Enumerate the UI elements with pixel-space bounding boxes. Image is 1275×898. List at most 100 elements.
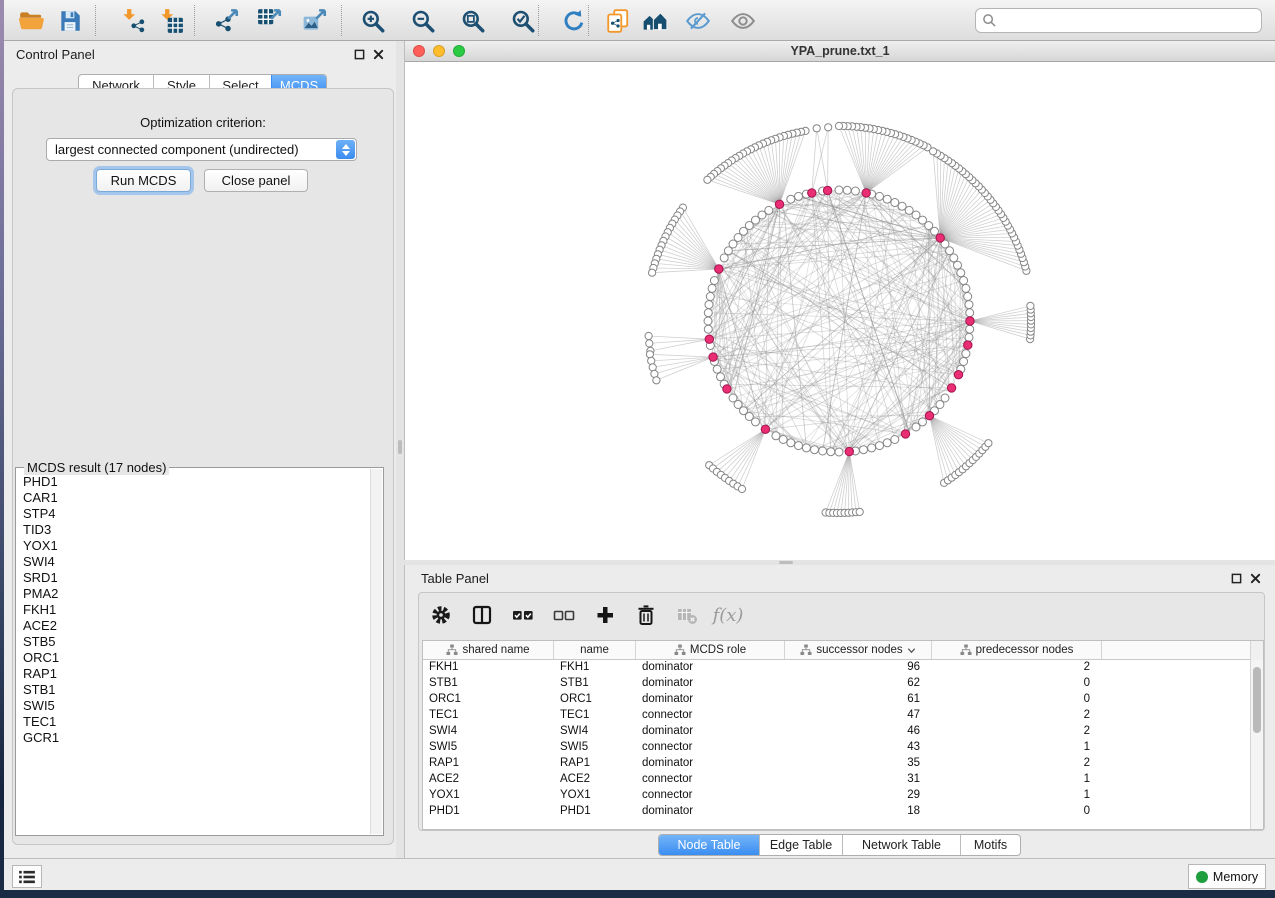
save-session-icon[interactable] (57, 8, 83, 34)
export-table-icon[interactable] (257, 8, 283, 34)
table-row[interactable]: STB1STB1dominator620 (423, 676, 1251, 692)
mcds-node-item[interactable]: SWI5 (23, 698, 370, 714)
mcds-node-item[interactable]: ACE2 (23, 618, 370, 634)
mcds-node-item[interactable]: TID3 (23, 522, 370, 538)
table-cell: dominator (636, 724, 785, 740)
float-panel-icon[interactable] (354, 49, 365, 60)
function-builder-icon: f(x) (716, 603, 740, 627)
table-panel-header: Table Panel (405, 567, 1275, 589)
table-row[interactable]: PHD1PHD1dominator180 (423, 804, 1251, 820)
mcds-node-item[interactable]: SWI4 (23, 554, 370, 570)
task-history-button[interactable] (12, 865, 42, 888)
scrollbar-thumb[interactable] (1253, 667, 1261, 733)
deselect-all-icon[interactable] (552, 603, 576, 627)
column-header-MCDS-role[interactable]: MCDS role (636, 641, 785, 659)
tab-node-table[interactable]: Node Table (659, 835, 759, 855)
open-file-icon[interactable] (18, 8, 44, 34)
column-header-shared-name[interactable]: shared name (423, 641, 554, 659)
mcds-node-item[interactable]: YOX1 (23, 538, 370, 554)
delete-icon[interactable] (634, 603, 658, 627)
select-all-icon[interactable] (511, 603, 535, 627)
network-window-titlebar[interactable]: YPA_prune.txt_1 (405, 41, 1275, 62)
table-cell: RAP1 (554, 756, 636, 772)
table-cell: SWI5 (423, 740, 554, 756)
first-neighbors-icon[interactable] (642, 8, 668, 34)
tab-motifs[interactable]: Motifs (960, 835, 1020, 855)
import-table-icon[interactable] (158, 8, 184, 34)
mcds-panel: Optimization criterion: largest connecte… (12, 88, 394, 845)
table-block: f(x) shared namenameMCDS rolesuccessor n… (418, 592, 1265, 831)
close-panel-icon[interactable] (1250, 573, 1261, 584)
new-network-from-selection-icon[interactable] (605, 8, 631, 34)
column-header-name[interactable]: name (554, 641, 636, 659)
dropdown-stepper-icon (336, 140, 355, 159)
table-row[interactable]: TEC1TEC1connector472 (423, 708, 1251, 724)
zoom-out-icon[interactable] (410, 8, 436, 34)
table-row[interactable]: SWI5SWI5connector431 (423, 740, 1251, 756)
tab-network-table[interactable]: Network Table (842, 835, 960, 855)
table-cell: PHD1 (554, 804, 636, 820)
column-header-successor-nodes[interactable]: successor nodes (785, 641, 932, 659)
close-panel-icon[interactable] (373, 49, 384, 60)
mcds-node-item[interactable]: STP4 (23, 506, 370, 522)
table-cell: TEC1 (554, 708, 636, 724)
table-cell: SWI4 (554, 724, 636, 740)
table-cell: dominator (636, 660, 785, 676)
run-mcds-button[interactable]: Run MCDS (96, 169, 191, 192)
table-row[interactable]: SWI4SWI4dominator462 (423, 724, 1251, 740)
mcds-node-item[interactable]: FKH1 (23, 602, 370, 618)
table-scrollbar[interactable] (1250, 660, 1263, 829)
import-network-icon[interactable] (120, 8, 146, 34)
mcds-list-scrollbar[interactable] (370, 469, 382, 834)
table-row[interactable]: RAP1RAP1dominator352 (423, 756, 1251, 772)
table-cell: 2 (932, 660, 1102, 676)
search-box[interactable] (975, 8, 1262, 33)
scrollbar-corner (1250, 641, 1263, 660)
memory-button[interactable]: Memory (1188, 864, 1266, 889)
close-panel-button[interactable]: Close panel (204, 169, 308, 192)
zoom-selected-icon[interactable] (510, 8, 536, 34)
node-table[interactable]: shared namenameMCDS rolesuccessor nodesp… (422, 640, 1264, 830)
column-type-icon (446, 644, 458, 656)
apply-layout-icon[interactable] (561, 8, 587, 34)
table-cell: 31 (785, 772, 932, 788)
zoom-in-icon[interactable] (360, 8, 386, 34)
table-cell: 1 (932, 740, 1102, 756)
zoom-fit-icon[interactable] (460, 8, 486, 34)
mcds-node-item[interactable]: STB5 (23, 634, 370, 650)
table-cell: connector (636, 772, 785, 788)
show-columns-icon[interactable] (470, 603, 494, 627)
mcds-node-item[interactable]: PHD1 (23, 474, 370, 490)
mcds-node-item[interactable]: RAP1 (23, 666, 370, 682)
float-panel-icon[interactable] (1231, 573, 1242, 584)
mcds-node-item[interactable]: ORC1 (23, 650, 370, 666)
mcds-node-item[interactable]: STB1 (23, 682, 370, 698)
table-cell: dominator (636, 676, 785, 692)
vertical-splitter[interactable] (396, 41, 404, 858)
table-row[interactable]: YOX1YOX1connector291 (423, 788, 1251, 804)
column-header-predecessor-nodes[interactable]: predecessor nodes (932, 641, 1102, 659)
mcds-result-list[interactable]: PHD1CAR1STP4TID3YOX1SWI4SRD1PMA2FKH1ACE2… (17, 472, 370, 834)
table-row[interactable]: ACE2ACE2connector311 (423, 772, 1251, 788)
export-image-icon[interactable] (302, 8, 328, 34)
hide-selected-icon[interactable] (685, 8, 711, 34)
mcds-node-item[interactable]: PMA2 (23, 586, 370, 602)
mcds-node-item[interactable]: TEC1 (23, 714, 370, 730)
main-toolbar (4, 0, 1275, 41)
mcds-node-item[interactable]: GCR1 (23, 730, 370, 746)
export-network-icon[interactable] (214, 8, 240, 34)
search-input[interactable] (997, 11, 1261, 31)
table-row[interactable]: FKH1FKH1dominator962 (423, 660, 1251, 676)
splitter-grip[interactable] (779, 561, 793, 564)
tab-edge-table[interactable]: Edge Table (759, 835, 842, 855)
mcds-node-item[interactable]: SRD1 (23, 570, 370, 586)
criterion-dropdown[interactable]: largest connected component (undirected) (46, 138, 357, 161)
table-settings-icon[interactable] (429, 603, 453, 627)
mcds-node-item[interactable]: CAR1 (23, 490, 370, 506)
add-icon[interactable] (593, 603, 617, 627)
network-canvas[interactable] (405, 62, 1275, 560)
show-hidden-icon[interactable] (730, 8, 756, 34)
table-panel-title: Table Panel (421, 571, 489, 586)
table-row[interactable]: ORC1ORC1dominator610 (423, 692, 1251, 708)
splitter-grip[interactable] (398, 440, 402, 454)
